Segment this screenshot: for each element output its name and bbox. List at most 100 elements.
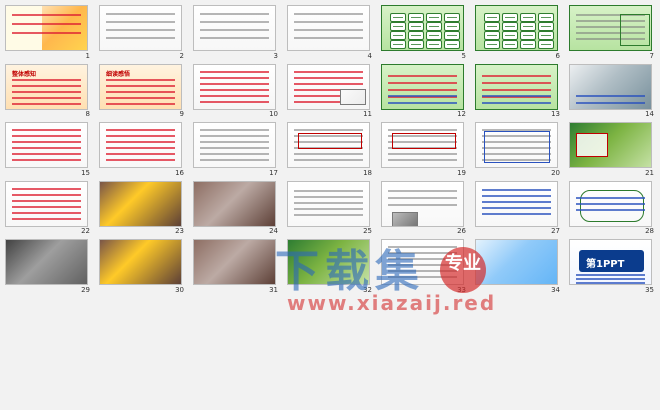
slide-thumbnail[interactable]: 整体感知 [5,63,88,110]
slide-thumbnail[interactable] [381,5,464,51]
slide-thumbnail[interactable] [381,63,464,110]
text-line [576,274,645,277]
text-line [106,153,175,156]
word-card [444,22,460,31]
slide-thumbnail[interactable]: 第1PPT [569,239,652,286]
slide-thumbnail[interactable] [5,180,88,227]
slide-thumbnail[interactable] [381,239,464,286]
slide-thumbnail[interactable] [569,63,652,110]
text-line [576,196,645,199]
text-line [482,206,551,209]
slide-number: 12 [457,110,466,119]
slide-thumbnail[interactable] [287,5,370,51]
word-card [484,40,500,49]
slide-thumbnail[interactable] [5,5,88,51]
slide-thumbnail-cell[interactable]: 5 [378,2,472,61]
slide-thumbnail-cell[interactable]: 24 [190,178,284,237]
text-line [106,21,175,23]
slide-thumbnail[interactable] [193,239,276,286]
slide-thumbnail-cell[interactable]: 34 [472,236,566,295]
text-line [106,29,175,31]
slide-thumbnail-cell[interactable]: 23 [96,178,190,237]
slide-thumbnail-cell[interactable]: 27 [472,178,566,237]
slide-thumbnail[interactable] [569,180,652,227]
slide-thumbnail[interactable] [5,239,88,286]
text-line [106,102,175,105]
slide-thumbnail-cell[interactable]: 7 [566,2,660,61]
slide-thumbnail-cell[interactable]: 13 [472,61,566,120]
slide-thumbnail-cell[interactable]: 30 [96,236,190,295]
slide-thumbnail[interactable] [287,180,370,227]
slide-thumbnail-cell[interactable]: 整体感知 8 [2,61,96,120]
text-line [200,76,269,79]
word-card [408,40,424,49]
slide-thumbnail-cell[interactable]: 12 [378,61,472,120]
slide-thumbnail[interactable] [475,122,558,169]
slide-thumbnail-cell[interactable]: 2 [96,2,190,61]
slide-thumbnail-cell[interactable]: 28 [566,178,660,237]
slide-thumbnail-cell[interactable]: 4 [284,2,378,61]
slide-thumbnail[interactable] [475,239,558,286]
text-line [200,147,269,150]
slide-thumbnail-cell[interactable]: 15 [2,119,96,178]
slide-thumbnail[interactable] [5,122,88,169]
text-line [200,29,269,31]
slide-thumbnail[interactable] [475,180,558,227]
slide-thumbnail-cell[interactable]: 第1PPT 35 [566,236,660,295]
slide-thumbnail[interactable] [99,180,182,227]
slide-number: 8 [85,110,90,119]
word-card [408,13,424,22]
slide-thumbnail-cell[interactable]: 25 [284,178,378,237]
slide-thumbnail[interactable] [99,5,182,51]
slide-thumbnail-cell[interactable]: 1 [2,2,96,61]
slide-thumbnail-cell[interactable]: 6 [472,2,566,61]
slide-thumbnail[interactable] [475,63,558,110]
slide-thumbnail-cell[interactable]: 29 [2,236,96,295]
slide-thumbnail-cell[interactable]: 33 [378,236,472,295]
slide-thumbnail-cell[interactable]: 17 [190,119,284,178]
slide-thumbnail[interactable] [193,180,276,227]
text-line [294,29,363,31]
slide-thumbnail[interactable] [569,122,652,169]
slide-thumbnail-cell[interactable]: 32 [284,236,378,295]
slide-thumbnail-cell[interactable]: 22 [2,178,96,237]
slide-thumbnail-cell[interactable]: 3 [190,2,284,61]
slide-thumbnail[interactable] [99,239,182,286]
text-line [482,101,551,104]
slide-thumbnail[interactable] [287,63,370,110]
slide-thumbnail[interactable] [287,239,370,286]
word-card [426,13,442,22]
slide-thumbnail-cell[interactable]: 21 [566,119,660,178]
slide-thumbnail-cell[interactable]: 16 [96,119,190,178]
highlight-box [392,133,456,150]
slide-thumbnail[interactable] [287,122,370,169]
slide-thumbnail-cell[interactable]: 20 [472,119,566,178]
text-line [106,159,175,162]
text-line [482,94,551,97]
slide-thumbnail[interactable] [193,5,276,51]
slide-thumbnail[interactable] [381,180,464,227]
slide-thumbnail-cell[interactable]: 18 [284,119,378,178]
text-line [200,82,269,85]
slide-thumbnail[interactable] [381,122,464,169]
text-line [294,159,363,162]
slide-number: 28 [645,227,654,236]
slide-thumbnail-cell[interactable]: 14 [566,61,660,120]
slide-thumbnail[interactable] [193,122,276,169]
slide-thumbnail-cell[interactable]: 细读感悟 9 [96,61,190,120]
slide-thumbnail[interactable] [99,122,182,169]
text-line [106,135,175,138]
slide-thumbnail-cell[interactable]: 26 [378,178,472,237]
slide-thumbnail-cell[interactable]: 11 [284,61,378,120]
slide-thumbnail-cell[interactable]: 31 [190,236,284,295]
slide-thumbnail[interactable] [475,5,558,51]
slide-number: 34 [551,285,560,294]
text-line [12,147,81,150]
text-line [388,153,457,156]
slide-photo [100,181,181,226]
slide-thumbnail[interactable] [193,63,276,110]
slide-thumbnail-cell[interactable]: 10 [190,61,284,120]
slide-thumbnail-cell[interactable]: 19 [378,119,472,178]
slide-thumbnail[interactable] [569,5,652,51]
slide-thumbnail[interactable]: 细读感悟 [99,63,182,110]
